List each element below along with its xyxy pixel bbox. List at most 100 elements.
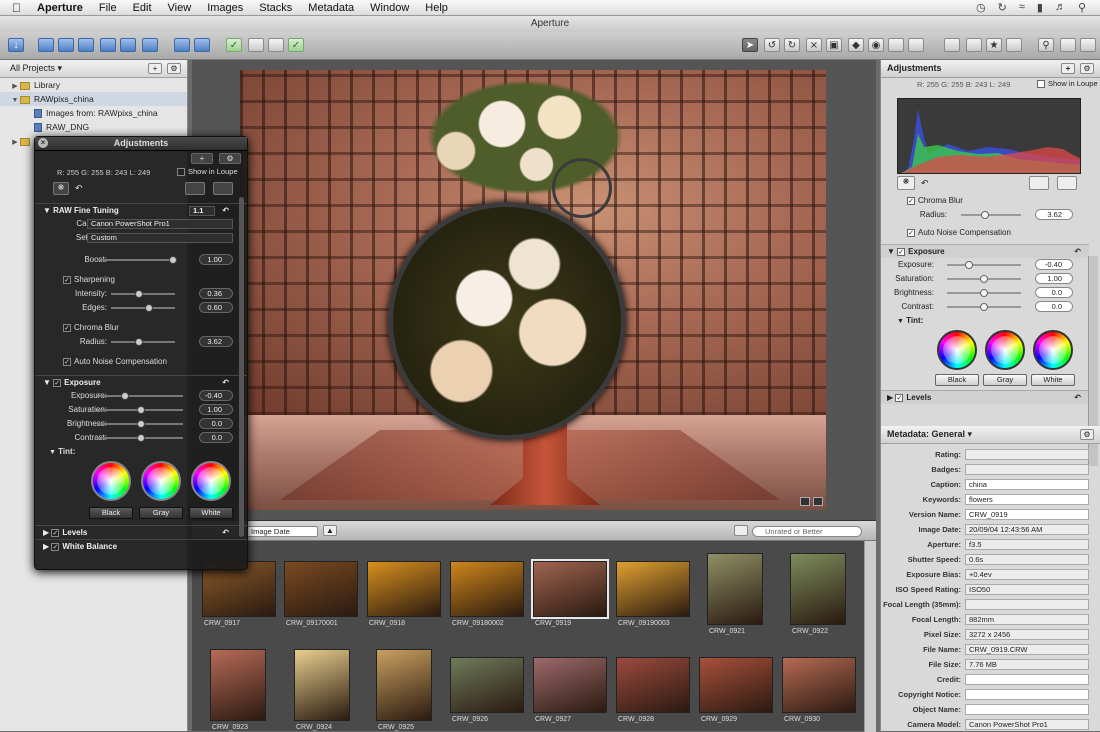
exposure-value[interactable]: -0.40 <box>199 390 233 401</box>
saturation-value[interactable]: 1.00 <box>1035 273 1073 284</box>
metadata-value[interactable]: CRW_0919 <box>965 509 1089 520</box>
rotate-right-icon[interactable]: ↻ <box>784 38 800 52</box>
chroma-blur-checkbox[interactable]: ✓ <box>63 323 71 332</box>
app-menu[interactable]: Aperture <box>29 2 91 14</box>
keywords-icon[interactable] <box>1006 38 1022 52</box>
black-eyedropper-button[interactable]: Black <box>89 507 133 519</box>
wifi-icon[interactable]: ≈ <box>1019 1 1025 14</box>
straighten-icon[interactable]: ⨯ <box>806 38 822 52</box>
white-eyedropper-button[interactable]: White <box>189 507 233 519</box>
sharpening-checkbox[interactable]: ✓ <box>63 275 71 284</box>
sync-icon[interactable]: ↻ <box>998 1 1007 14</box>
reset-icon[interactable]: ↶ <box>222 204 229 218</box>
crop-icon[interactable]: ▣ <box>826 38 842 52</box>
raw-version-select[interactable]: 1.1 <box>189 206 215 216</box>
metadata-view-select[interactable]: Metadata: General <box>887 429 965 439</box>
split-view-icon[interactable] <box>174 38 190 52</box>
pick-icon[interactable]: ✓ <box>288 38 304 52</box>
list-view-icon[interactable] <box>966 38 982 52</box>
reset-icon[interactable]: ↶ <box>222 526 229 540</box>
brightness-slider-knob[interactable] <box>980 289 988 297</box>
show-in-loupe-checkbox[interactable] <box>1037 80 1045 89</box>
radius-slider-knob[interactable] <box>981 211 989 219</box>
red-eye-icon[interactable]: ◉ <box>868 38 884 52</box>
exposure-slider[interactable] <box>97 395 183 397</box>
battery-icon[interactable]: ▮ <box>1037 1 1043 14</box>
viewer[interactable] <box>192 60 876 520</box>
black-tint-wheel[interactable] <box>91 461 131 501</box>
gear-icon[interactable]: ⚙ <box>167 63 181 74</box>
star-icon[interactable]: ★ <box>986 38 1002 52</box>
gray-eyedropper-button[interactable]: Gray <box>983 374 1027 386</box>
inspector-icon[interactable] <box>1060 38 1076 52</box>
white-balance-checkbox[interactable]: ✓ <box>51 542 60 551</box>
disclosure-icon[interactable]: ▼ <box>897 318 904 325</box>
menu-images[interactable]: Images <box>199 2 251 14</box>
white-tint-wheel[interactable] <box>191 461 231 501</box>
contrast-slider-knob[interactable] <box>980 303 988 311</box>
stack-icon[interactable] <box>248 38 264 52</box>
menu-metadata[interactable]: Metadata <box>300 2 362 14</box>
import-icon[interactable]: ↓ <box>8 38 24 52</box>
hud-title-bar[interactable]: × Adjustments <box>35 137 247 151</box>
projects-menu[interactable]: All Projects <box>10 63 55 73</box>
selection-tool-icon[interactable]: ➤ <box>742 38 758 52</box>
loupe-icon[interactable]: ⚲ <box>1038 38 1054 52</box>
auto-exposure-icon[interactable] <box>1029 176 1049 190</box>
exposure-checkbox[interactable]: ✓ <box>897 247 906 256</box>
disclosure-icon[interactable]: ▶ <box>10 136 20 150</box>
new-light-table-icon[interactable] <box>120 38 136 52</box>
levels-checkbox[interactable]: ✓ <box>895 393 904 402</box>
saturation-slider-knob[interactable] <box>137 406 145 414</box>
new-album-icon[interactable] <box>78 38 94 52</box>
hud-icon[interactable] <box>1080 38 1096 52</box>
gear-icon[interactable]: ⚙ <box>1080 429 1094 440</box>
chroma-blur-checkbox[interactable]: ✓ <box>907 196 915 205</box>
radius-slider-knob[interactable] <box>135 338 143 346</box>
menu-file[interactable]: File <box>91 2 125 14</box>
edges-value[interactable]: 0.60 <box>199 302 233 313</box>
radius-value[interactable]: 3.62 <box>1035 209 1073 220</box>
white-balance-section[interactable]: ▶ ✓ White Balance <box>35 539 247 553</box>
white-eyedropper-button[interactable]: White <box>1031 374 1075 386</box>
radius-value[interactable]: 3.62 <box>199 336 233 347</box>
boost-slider-knob[interactable] <box>169 256 177 264</box>
raw-fine-tuning-section[interactable]: ▼ RAW Fine Tuning 1.1 ↶ <box>35 203 247 217</box>
menu-view[interactable]: View <box>160 2 200 14</box>
hud-scrollbar[interactable] <box>239 197 244 537</box>
exposure-slider-knob[interactable] <box>121 392 129 400</box>
menu-edit[interactable]: Edit <box>125 2 160 14</box>
black-eyedropper-button[interactable]: Black <box>935 374 979 386</box>
loupe-focus-ring[interactable] <box>552 158 612 218</box>
boost-value[interactable]: 1.00 <box>199 254 233 265</box>
auto-levels-icon[interactable] <box>1057 176 1077 190</box>
eyedropper-icon[interactable]: ❋ <box>897 176 915 190</box>
saturation-value[interactable]: 1.00 <box>199 404 233 415</box>
new-folder-icon[interactable] <box>58 38 74 52</box>
loupe-lens[interactable] <box>388 202 626 440</box>
spot-patch-icon[interactable]: ◆ <box>848 38 864 52</box>
contrast-value[interactable]: 0.0 <box>199 432 233 443</box>
intensity-slider[interactable] <box>111 293 175 295</box>
radius-slider[interactable] <box>961 214 1021 216</box>
add-adjustment-icon[interactable]: + <box>1061 63 1075 74</box>
disclosure-icon[interactable]: ▼ <box>49 449 56 456</box>
gray-tint-wheel[interactable] <box>141 461 181 501</box>
sort-direction-icon[interactable]: ▲ <box>323 525 337 536</box>
brightness-slider-knob[interactable] <box>137 420 145 428</box>
exposure-section[interactable]: ▼ ✓ Exposure ↶ <box>35 375 247 389</box>
edges-slider-knob[interactable] <box>145 304 153 312</box>
lift-icon[interactable] <box>888 38 904 52</box>
stamp-icon[interactable] <box>908 38 924 52</box>
add-adjustment-icon[interactable]: + <box>191 153 213 164</box>
white-tint-wheel[interactable] <box>1033 330 1073 370</box>
levels-section[interactable]: ▶ ✓ Levels ↶ <box>35 525 247 539</box>
exposure-checkbox[interactable]: ✓ <box>53 378 62 387</box>
new-book-icon[interactable] <box>100 38 116 52</box>
search-input[interactable]: Unrated or Better <box>752 526 862 537</box>
brightness-value[interactable]: 0.0 <box>1035 287 1073 298</box>
filter-icon[interactable] <box>734 525 748 536</box>
metadata-value[interactable] <box>965 674 1089 685</box>
black-tint-wheel[interactable] <box>937 330 977 370</box>
brightness-value[interactable]: 0.0 <box>199 418 233 429</box>
